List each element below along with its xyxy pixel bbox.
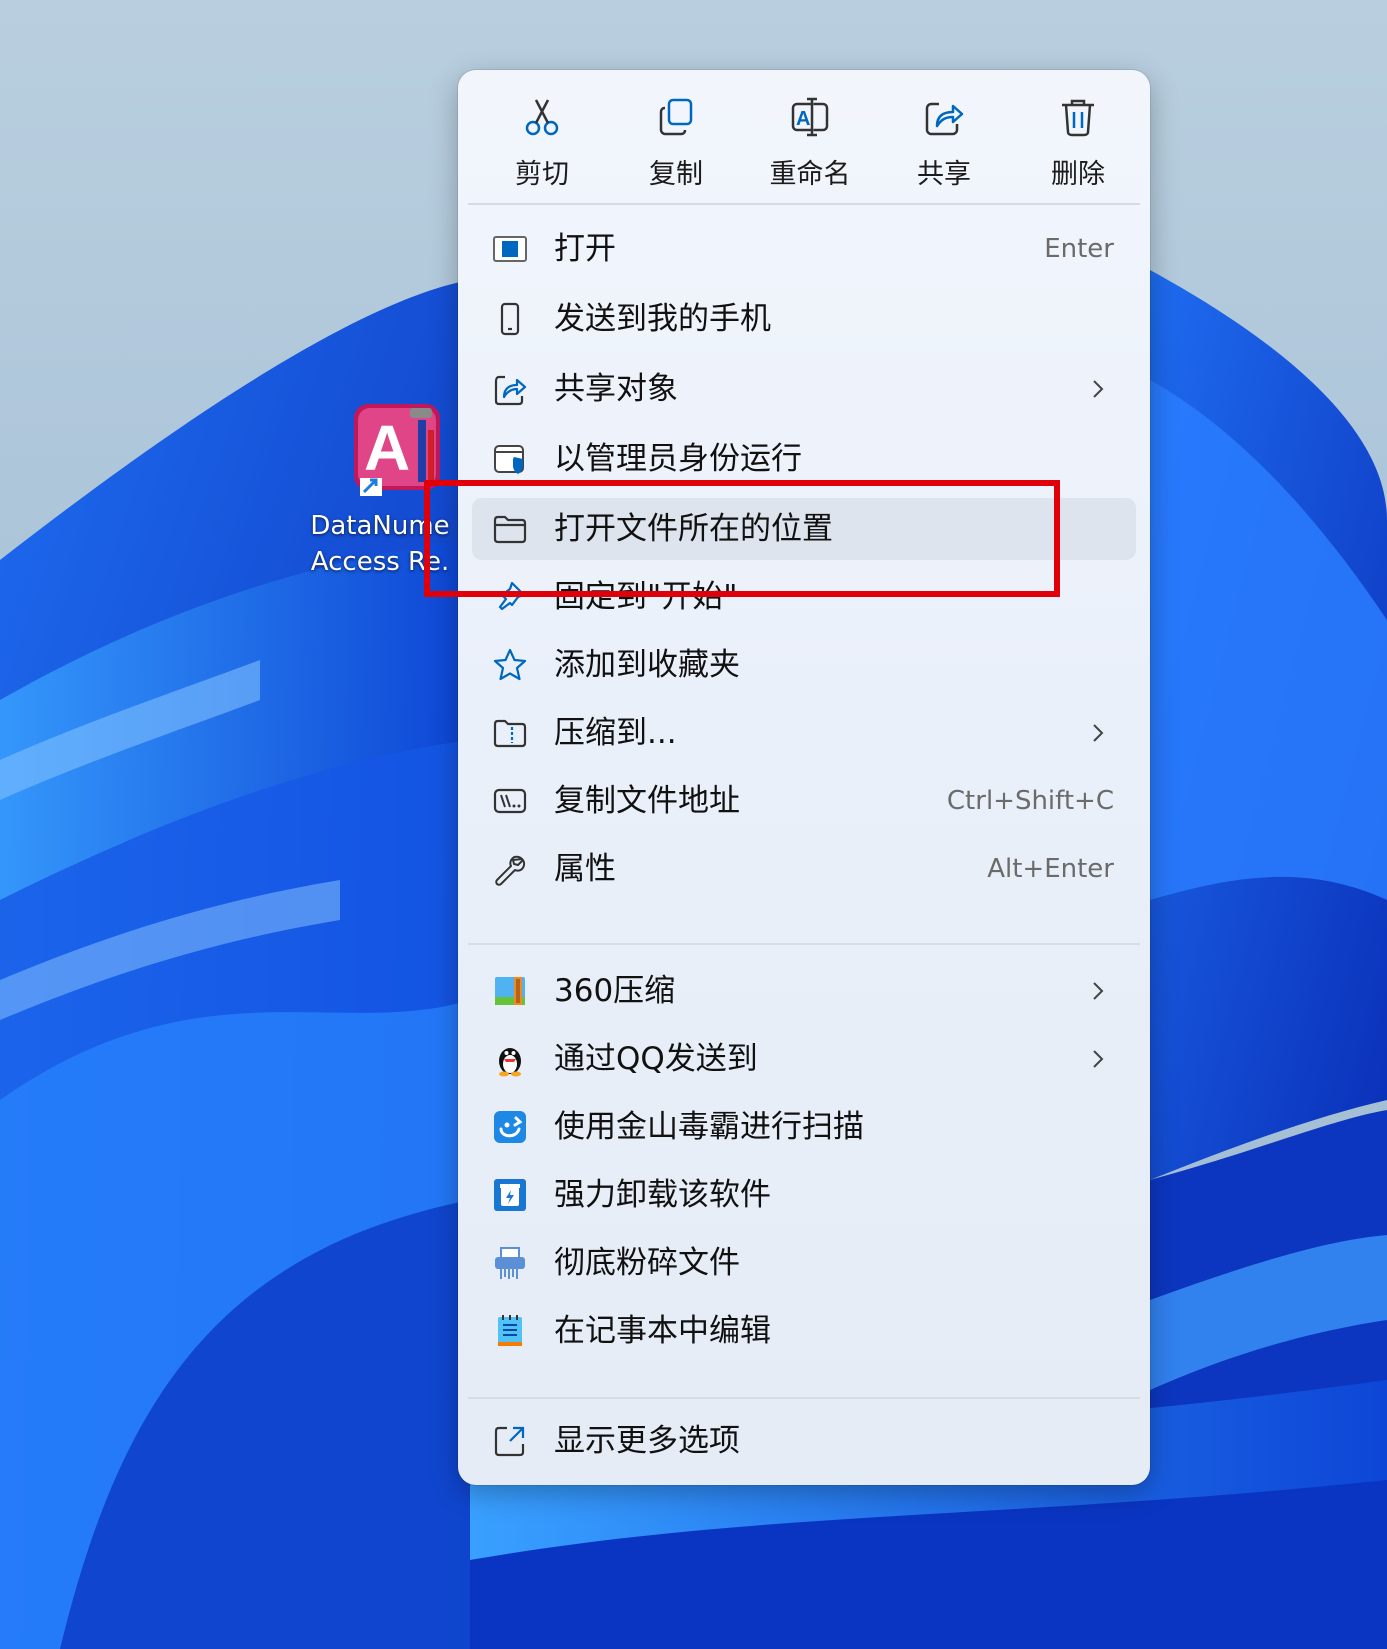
chevron-right-icon — [1093, 1050, 1104, 1068]
menu-item-label: 彻底粉碎文件 — [554, 1245, 740, 1281]
svg-text:A: A — [364, 412, 410, 484]
share-button[interactable]: 共享 — [884, 88, 1004, 190]
rename-icon: A — [791, 97, 829, 137]
separator — [468, 203, 1140, 205]
cut-button[interactable]: 剪切 — [482, 88, 602, 190]
rename-button[interactable]: A 重命名 — [750, 88, 870, 190]
uninstall-icon — [494, 1179, 526, 1211]
separator — [468, 943, 1140, 945]
zip-folder-icon — [493, 719, 527, 748]
menu-item-label: 使用金山毒霸进行扫描 — [554, 1109, 864, 1145]
admin-shield-icon — [494, 445, 524, 474]
shredder-icon — [495, 1247, 525, 1279]
show-more-icon — [494, 1426, 525, 1457]
shortcut-text: Alt+Enter — [987, 854, 1114, 884]
menu-item-shred-file[interactable]: 彻底粉碎文件 — [472, 1232, 1136, 1294]
menu-item-label: 打开 — [554, 231, 616, 267]
menu-item-send-to-phone[interactable]: 发送到我的手机 — [472, 288, 1136, 350]
menu-item-copy-path[interactable]: 复制文件地址 Ctrl+Shift+C — [472, 770, 1136, 832]
scissors-icon — [525, 99, 559, 136]
menu-item-label: 在记事本中编辑 — [554, 1313, 771, 1349]
delete-button[interactable]: 删除 — [1018, 88, 1138, 190]
menu-item-add-to-favorites[interactable]: 添加到收藏夹 — [472, 634, 1136, 696]
shortcut-text: Enter — [1044, 234, 1114, 264]
svg-text:A: A — [796, 108, 810, 130]
context-toolbar: 剪切 复制 A 重命名 共享 删除 — [458, 70, 1150, 204]
notepad-icon — [498, 1315, 522, 1346]
copy-button[interactable]: 复制 — [616, 88, 736, 190]
menu-item-share-with[interactable]: 共享对象 — [472, 358, 1136, 420]
share-label: 共享 — [917, 159, 971, 190]
menu-item-label: 360压缩 — [554, 973, 676, 1009]
menu-item-show-more-options[interactable]: 显示更多选项 — [472, 1410, 1136, 1472]
trash-icon — [1062, 99, 1094, 137]
chevron-right-icon — [1093, 982, 1104, 1000]
annotation-highlight-box — [424, 480, 1060, 597]
menu-item-label: 复制文件地址 — [554, 783, 740, 819]
chevron-right-icon — [1093, 724, 1104, 742]
rename-label: 重命名 — [769, 159, 851, 190]
menu-item-label: 发送到我的手机 — [554, 301, 771, 337]
menu-item-force-uninstall[interactable]: 强力卸载该软件 — [472, 1164, 1136, 1226]
kingsoft-antivirus-icon — [494, 1111, 526, 1143]
menu-item-kingsoft-scan[interactable]: 使用金山毒霸进行扫描 — [472, 1096, 1136, 1158]
menu-item-label: 属性 — [554, 851, 616, 887]
star-icon — [493, 648, 527, 681]
separator — [468, 1397, 1140, 1399]
phone-icon — [500, 302, 520, 336]
wrench-icon — [495, 855, 526, 886]
menu-item-properties[interactable]: 属性 Alt+Enter — [472, 838, 1136, 900]
context-menu: 剪切 复制 A 重命名 共享 删除 打开 Enter 发送到我的手机 共享对象 … — [458, 70, 1150, 1485]
menu-item-compress-to[interactable]: 压缩到... — [472, 702, 1136, 764]
share-icon — [925, 102, 964, 136]
menu-item-label: 通过QQ发送到 — [554, 1041, 758, 1077]
menu-item-edit-in-notepad[interactable]: 在记事本中编辑 — [472, 1300, 1136, 1362]
menu-item-label: 显示更多选项 — [554, 1423, 740, 1459]
menu-item-send-via-qq[interactable]: 通过QQ发送到 — [472, 1028, 1136, 1090]
menu-item-label: 强力卸载该软件 — [554, 1177, 771, 1213]
menu-item-label: 添加到收藏夹 — [554, 647, 740, 683]
360zip-icon — [495, 977, 525, 1005]
menu-item-label: 共享对象 — [554, 371, 678, 407]
copy-path-icon — [493, 788, 527, 814]
menu-item-360-compress[interactable]: 360压缩 — [472, 960, 1136, 1022]
chevron-right-icon — [1093, 380, 1104, 398]
menu-item-label: 压缩到... — [554, 715, 677, 751]
qq-penguin-icon — [499, 1048, 521, 1077]
share-icon — [494, 375, 527, 406]
copy-icon — [659, 98, 693, 136]
copy-label: 复制 — [649, 159, 703, 190]
delete-label: 删除 — [1051, 159, 1105, 190]
cut-label: 剪切 — [515, 159, 569, 190]
app-window-icon — [493, 236, 527, 262]
menu-item-open[interactable]: 打开 Enter — [472, 218, 1136, 280]
shortcut-text: Ctrl+Shift+C — [946, 786, 1114, 816]
